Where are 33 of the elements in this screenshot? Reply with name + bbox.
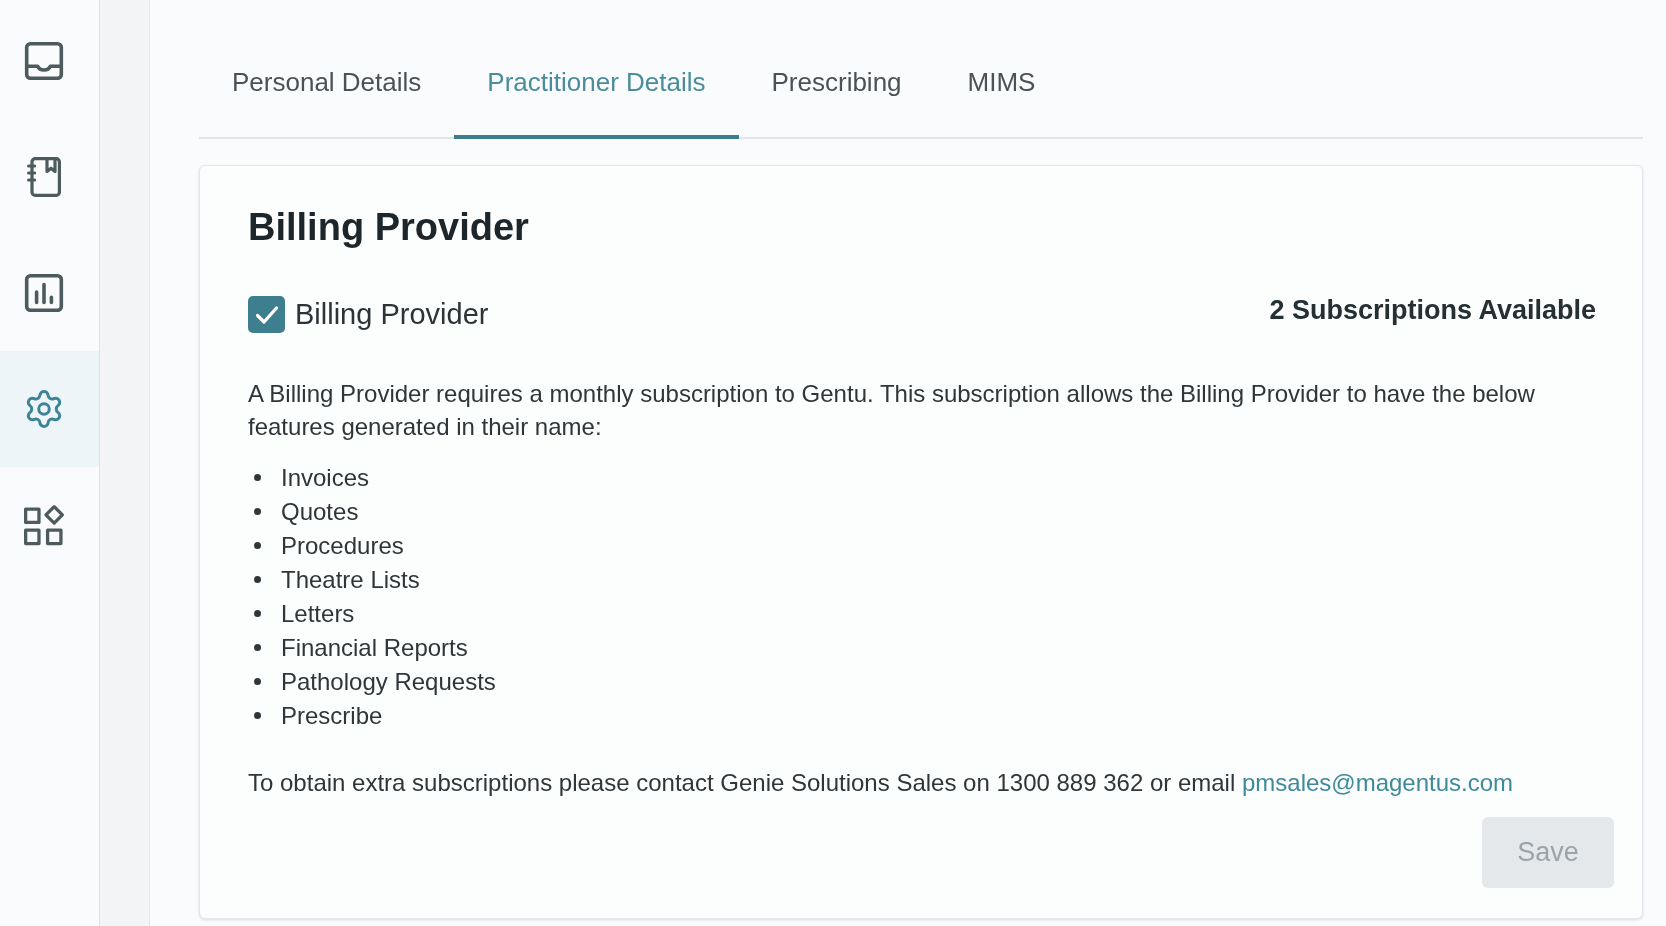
feature-item: Pathology Requests <box>281 666 496 697</box>
inbox-tray-icon <box>25 42 63 80</box>
checkbox-label: Billing Provider <box>295 297 489 332</box>
bar-chart-icon <box>25 274 63 312</box>
tab[interactable]: Practitioner Details <box>454 25 739 139</box>
contact-text: To obtain extra subscriptions please contact Genie Solutions Sales on 1300 889 362 or email pmsales@magentus.com <box>248 767 1514 798</box>
feature-item: Quotes <box>281 496 359 527</box>
feature-item: Invoices <box>281 462 370 493</box>
feature-item: Financial Reports <box>281 632 468 663</box>
bullet-icon <box>254 712 261 719</box>
subscriptions-count: 2 Subscriptions Available <box>1269 294 1596 327</box>
tab[interactable]: Personal Details <box>199 25 455 139</box>
bullet-icon <box>254 508 261 515</box>
notebook-icon <box>26 157 62 197</box>
feature-item: Letters <box>281 598 355 629</box>
bullet-icon <box>254 678 261 685</box>
check-icon <box>254 304 279 325</box>
checkbox[interactable] <box>248 296 285 334</box>
feature-item: Prescribe <box>281 700 383 731</box>
bullet-icon <box>254 474 261 481</box>
tab[interactable]: MIMS <box>934 25 1069 139</box>
nav-button[interactable] <box>0 351 99 467</box>
card-title: Billing Provider <box>248 205 529 250</box>
tab[interactable]: Prescribing <box>738 25 935 139</box>
feature-item: Theatre Lists <box>281 564 420 595</box>
bullet-icon <box>254 542 261 549</box>
bullet-icon <box>254 576 261 583</box>
bullet-icon <box>254 644 261 651</box>
widgets-icon <box>24 505 64 545</box>
bullet-icon <box>254 610 261 617</box>
feature-item: Procedures <box>281 530 404 561</box>
description-text: A Billing Provider requires a monthly subscription to Gentu. This subscription allows the Billing Provider to have the below features generated in their name: <box>248 378 1536 442</box>
email-link[interactable]: pmsales@magentus.com <box>1241 768 1514 796</box>
